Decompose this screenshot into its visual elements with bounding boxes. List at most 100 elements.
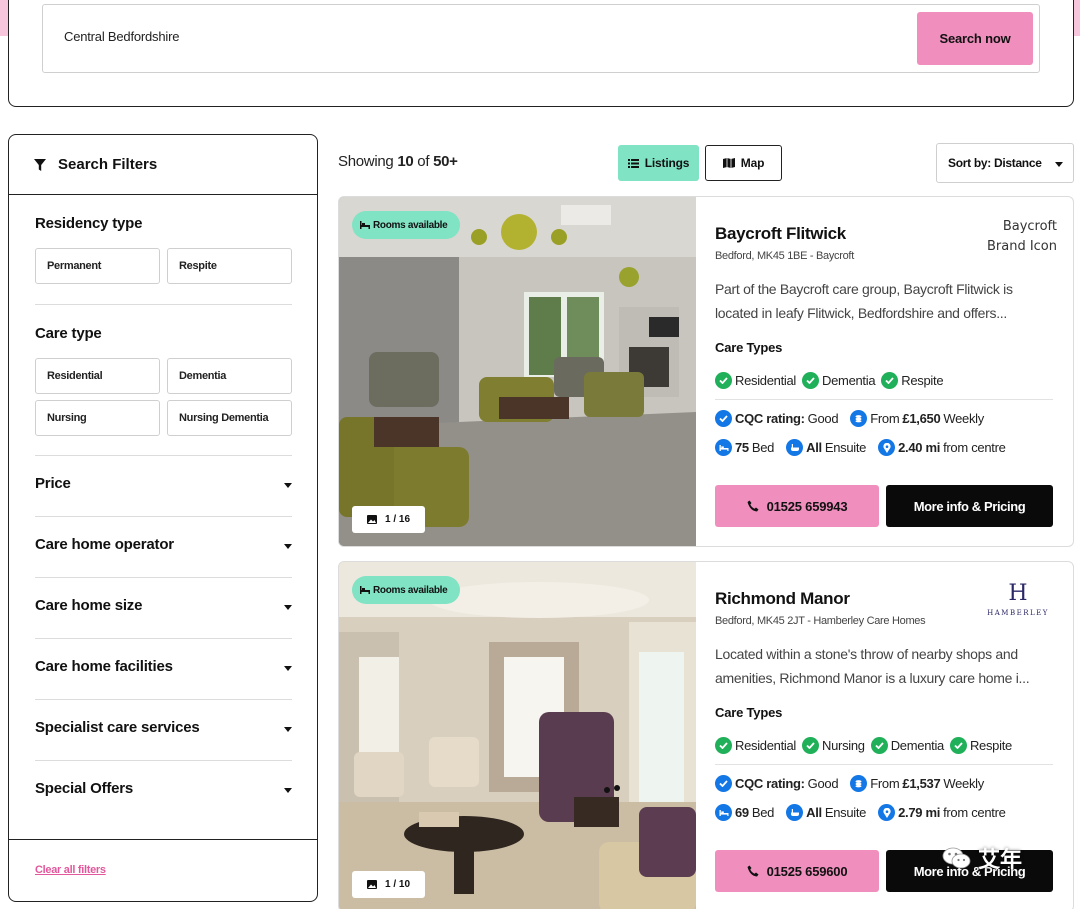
brand-name: HAMBERLEY: [987, 609, 1049, 617]
accordion-care-home-facilities[interactable]: Care home facilities: [35, 658, 292, 675]
care-types-list: Residential Dementia Respite: [715, 372, 944, 389]
residency-type-title: Residency type: [35, 215, 143, 232]
ensuite-strong: All: [806, 440, 822, 455]
care-type-item: Nursing: [802, 737, 865, 754]
check-circle-icon: [881, 372, 899, 389]
wechat-watermark: 艾年: [942, 842, 1022, 874]
more-info-pricing-button[interactable]: More info & Pricing: [886, 485, 1053, 527]
chip-permanent[interactable]: Permanent: [35, 248, 160, 284]
distance-info: 2.40 mi from centre: [878, 439, 1006, 456]
photo-count-label: 1 / 10: [384, 879, 411, 890]
care-type-label: Nursing: [822, 738, 865, 753]
care-home-name[interactable]: Baycroft Flitwick: [715, 224, 846, 244]
divider: [715, 764, 1053, 765]
divider: [35, 304, 292, 305]
accordion-label: Care home facilities: [35, 658, 173, 675]
bath-icon: [786, 439, 804, 456]
chip-dementia[interactable]: Dementia: [167, 358, 292, 394]
call-phone-button[interactable]: 01525 659600: [715, 850, 879, 892]
location-search-input[interactable]: Central Bedfordshire: [64, 29, 179, 44]
bed-number: 75: [735, 440, 749, 455]
brand-logo-alt-text: Baycroft Brand Icon: [986, 219, 1057, 254]
listing-card[interactable]: Rooms available 1 / 16 Baycroft Flitwick…: [338, 196, 1074, 547]
care-type-item: Dementia: [802, 372, 876, 389]
verified-icon: [715, 410, 732, 427]
rooms-available-badge: Rooms available: [352, 211, 461, 239]
bed-count: 69 Bed: [715, 804, 774, 821]
divider: [715, 399, 1053, 400]
accordion-label: Special Offers: [35, 780, 134, 797]
verified-icon: [715, 775, 732, 792]
photo-count[interactable]: 1 / 16: [352, 506, 425, 533]
rooms-available-badge: Rooms available: [352, 576, 461, 604]
showing-prefix: Showing: [338, 153, 398, 170]
listing-description: Located within a stone's throw of nearby…: [715, 642, 1053, 690]
photo-count[interactable]: 1 / 10: [352, 871, 425, 898]
location-pin-icon: [878, 439, 896, 456]
facilities-row: 75 Bed All Ensuite 2.40 mi from centre: [715, 439, 1006, 456]
distance-value: 2.79 mi: [898, 805, 941, 820]
caret-down-icon: [284, 666, 292, 671]
chip-nursing-dementia[interactable]: Nursing Dementia: [167, 400, 292, 436]
price-value: £1,650: [902, 411, 941, 426]
sort-label: Sort by: Distance: [948, 156, 1042, 170]
weekly-price: From £1,650 Weekly: [850, 410, 984, 427]
check-circle-icon: [715, 372, 732, 389]
bed-icon: [715, 439, 732, 456]
care-home-address: Bedford, MK45 1BE - Baycroft: [715, 250, 854, 262]
accordion-price[interactable]: Price: [35, 475, 292, 492]
listing-info: Baycroft Flitwick Bedford, MK45 1BE - Ba…: [715, 197, 1057, 546]
caret-down-icon: [284, 727, 292, 732]
search-now-button[interactable]: Search now: [917, 12, 1033, 65]
lounge-photo-image: [339, 197, 696, 546]
listing-photo[interactable]: Rooms available 1 / 16: [339, 197, 696, 546]
accordion-special-offers[interactable]: Special Offers: [35, 780, 292, 797]
accordion-care-home-operator[interactable]: Care home operator: [35, 536, 292, 553]
sort-select[interactable]: Sort by: Distance: [936, 143, 1074, 183]
clear-all-filters-link[interactable]: Clear all filters: [35, 864, 106, 876]
search-card: Central Bedfordshire Search now: [8, 0, 1074, 107]
accordion-label: Specialist care services: [35, 719, 200, 736]
care-type-label: Dementia: [822, 373, 876, 388]
map-icon: [722, 158, 735, 168]
divider: [35, 516, 292, 517]
ensuite-info: All Ensuite: [786, 804, 866, 821]
rooms-available-label: Rooms available: [373, 584, 448, 596]
chip-nursing[interactable]: Nursing: [35, 400, 160, 436]
bath-icon: [786, 804, 804, 821]
accordion-label: Price: [35, 475, 71, 492]
care-home-name[interactable]: Richmond Manor: [715, 589, 850, 609]
total-count: 50+: [433, 153, 458, 170]
listings-view-button[interactable]: Listings: [618, 145, 699, 181]
lounge-photo-image: [339, 562, 696, 909]
bed-label: Bed: [751, 805, 775, 820]
filters-title: Search Filters: [58, 156, 158, 173]
filters-footer: Clear all filters: [9, 839, 317, 901]
distance-info: 2.79 mi from centre: [878, 804, 1006, 821]
call-phone-button[interactable]: 01525 659943: [715, 485, 879, 527]
map-label: Map: [740, 156, 765, 170]
description-line: Part of the Baycroft care group, Baycrof…: [715, 281, 1013, 297]
care-types-title: Care Types: [715, 340, 783, 355]
chip-residential[interactable]: Residential: [35, 358, 160, 394]
divider: [35, 760, 292, 761]
caret-down-icon: [284, 483, 292, 488]
check-circle-icon: [802, 372, 820, 389]
map-view-button[interactable]: Map: [705, 145, 782, 181]
chip-respite[interactable]: Respite: [167, 248, 292, 284]
phone-icon: [747, 865, 759, 877]
of-label: of: [413, 153, 434, 170]
accordion-specialist-care-services[interactable]: Specialist care services: [35, 719, 292, 736]
caret-down-icon: [284, 544, 292, 549]
cqc-value: Good: [807, 776, 839, 791]
image-icon: [366, 515, 377, 524]
search-box: Central Bedfordshire Search now: [42, 4, 1040, 73]
weekly-price: From £1,537 Weekly: [850, 775, 984, 792]
list-icon: [627, 158, 639, 168]
phone-number: 01525 659943: [766, 498, 848, 514]
care-type-item: Dementia: [870, 737, 944, 754]
check-circle-icon: [715, 737, 732, 754]
accordion-care-home-size[interactable]: Care home size: [35, 597, 292, 614]
divider: [35, 699, 292, 700]
listing-photo[interactable]: Rooms available 1 / 10: [339, 562, 696, 909]
